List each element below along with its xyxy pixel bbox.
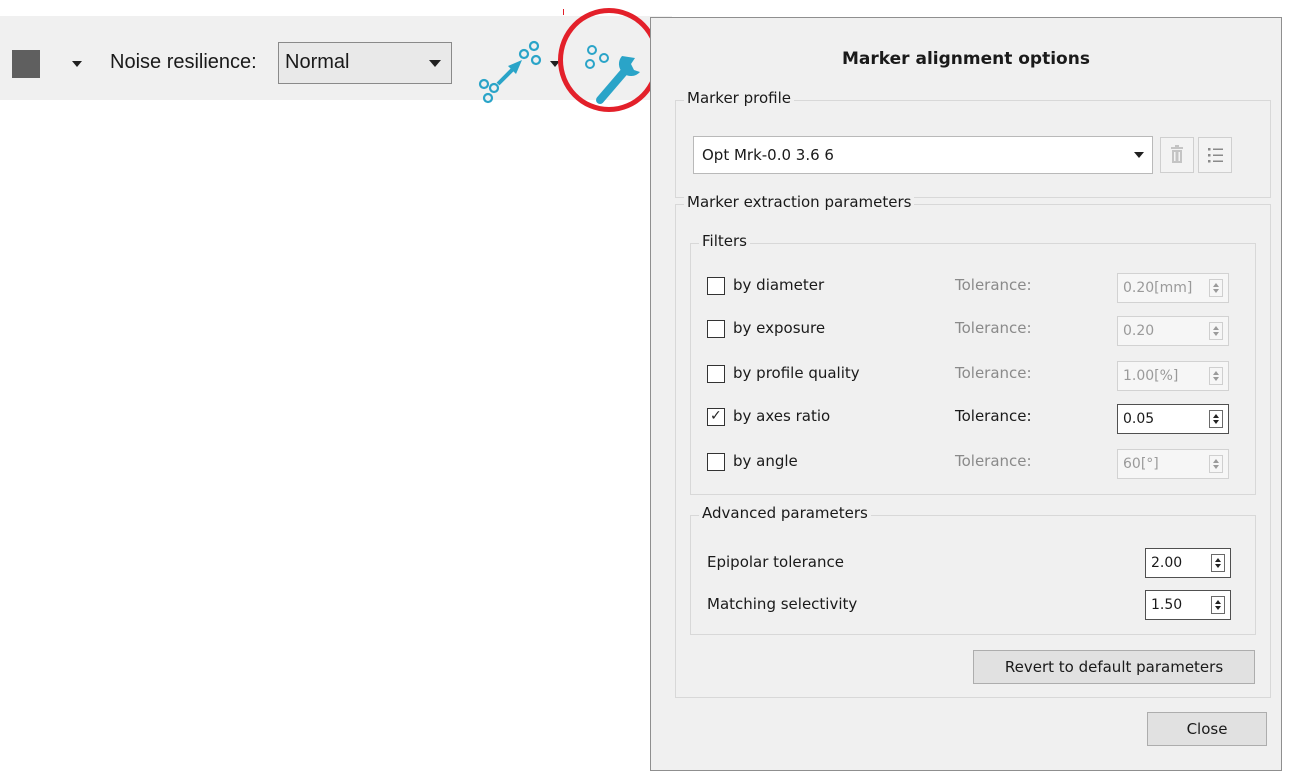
filter-row-angle: by angle Tolerance: 60[°] [707, 449, 1229, 479]
marker-extraction-group: Marker extraction parameters Filters by … [675, 193, 1271, 698]
filter-row-axes-ratio: ✓ by axes ratio Tolerance: 0.05 [707, 404, 1229, 434]
matching-selectivity-value: 1.50 [1151, 597, 1183, 613]
spin-arrows-icon[interactable] [1209, 367, 1223, 385]
annotation-tick [563, 9, 564, 15]
tolerance-spinbox[interactable]: 0.20[mm] [1117, 273, 1229, 303]
chevron-down-icon [1134, 152, 1144, 158]
highlight-circle [558, 8, 660, 112]
filter-label: by angle [733, 452, 798, 470]
filter-label: by profile quality [733, 364, 860, 382]
tolerance-spinbox[interactable]: 1.00[%] [1117, 361, 1229, 391]
spin-arrows-icon[interactable] [1209, 455, 1223, 473]
manage-profiles-button[interactable] [1198, 137, 1232, 173]
noise-resilience-value: Normal [285, 51, 350, 73]
noise-resilience-label: Noise resilience: [110, 51, 257, 73]
tolerance-value: 60[°] [1123, 456, 1159, 472]
tolerance-label: Tolerance: [955, 452, 1032, 470]
checkmark-icon: ✓ [710, 408, 722, 424]
spin-arrows-icon[interactable] [1211, 596, 1225, 614]
matching-selectivity-row: Matching selectivity 1.50 [707, 590, 1231, 620]
noise-resilience-select[interactable]: Normal [278, 42, 452, 84]
tolerance-spinbox[interactable]: 60[°] [1117, 449, 1229, 479]
marker-alignment-icon[interactable] [478, 38, 548, 108]
marker-profile-select[interactable]: Opt Mrk-0.0 3.6 6 [693, 136, 1153, 174]
epipolar-tolerance-spinbox[interactable]: 2.00 [1145, 548, 1231, 578]
filter-angle-checkbox[interactable] [707, 453, 725, 471]
spin-arrows-icon[interactable] [1209, 279, 1223, 297]
spin-arrows-icon[interactable] [1211, 554, 1225, 572]
tolerance-label: Tolerance: [955, 319, 1032, 337]
color-swatch-button[interactable] [12, 50, 40, 78]
spin-arrows-icon[interactable] [1209, 322, 1223, 340]
advanced-parameters-group: Advanced parameters Epipolar tolerance 2… [690, 504, 1256, 635]
filters-group-label: Filters [699, 232, 750, 250]
epipolar-tolerance-value: 2.00 [1151, 555, 1183, 571]
filter-exposure-checkbox[interactable] [707, 320, 725, 338]
spin-arrows-icon[interactable] [1209, 410, 1223, 428]
marker-profile-group-label: Marker profile [684, 89, 794, 107]
chevron-down-icon [429, 60, 441, 67]
marker-profile-group: Marker profile Opt Mrk-0.0 3.6 6 [675, 89, 1271, 198]
close-button[interactable]: Close [1147, 712, 1267, 746]
epipolar-tolerance-row: Epipolar tolerance 2.00 [707, 548, 1231, 578]
tolerance-spinbox[interactable]: 0.05 [1117, 404, 1229, 434]
filter-diameter-checkbox[interactable] [707, 277, 725, 295]
advanced-parameters-group-label: Advanced parameters [699, 504, 871, 522]
filter-axes-ratio-checkbox[interactable]: ✓ [707, 408, 725, 426]
filter-row-profile-quality: by profile quality Tolerance: 1.00[%] [707, 361, 1229, 391]
revert-defaults-button[interactable]: Revert to default parameters [973, 650, 1255, 684]
filters-group: Filters by diameter Tolerance: 0.20[mm] … [690, 232, 1256, 495]
swatch-dropdown-arrow-icon[interactable] [72, 61, 82, 67]
filter-label: by exposure [733, 319, 826, 337]
epipolar-tolerance-label: Epipolar tolerance [707, 553, 844, 571]
matching-selectivity-spinbox[interactable]: 1.50 [1145, 590, 1231, 620]
filter-row-exposure: by exposure Tolerance: 0.20 [707, 316, 1229, 346]
filter-label: by axes ratio [733, 407, 831, 425]
tolerance-value: 0.05 [1123, 411, 1155, 427]
filter-profile-quality-checkbox[interactable] [707, 365, 725, 383]
matching-selectivity-label: Matching selectivity [707, 595, 858, 613]
list-icon [1208, 148, 1223, 163]
marker-extraction-group-label: Marker extraction parameters [684, 193, 915, 211]
tolerance-value: 0.20 [1123, 323, 1155, 339]
marker-profile-value: Opt Mrk-0.0 3.6 6 [702, 146, 834, 164]
tolerance-value: 1.00[%] [1123, 368, 1179, 384]
tolerance-label: Tolerance: [955, 364, 1032, 382]
tolerance-label: Tolerance: [955, 276, 1032, 294]
marker-alignment-options-dialog: Marker alignment options Marker profile … [650, 17, 1282, 771]
tolerance-value: 0.20[mm] [1123, 280, 1193, 296]
tolerance-label: Tolerance: [955, 407, 1032, 425]
delete-profile-button[interactable] [1160, 137, 1194, 173]
dialog-title: Marker alignment options [842, 49, 1090, 69]
filter-label: by diameter [733, 276, 825, 294]
filter-row-diameter: by diameter Tolerance: 0.20[mm] [707, 273, 1229, 303]
tolerance-spinbox[interactable]: 0.20 [1117, 316, 1229, 346]
trash-icon [1171, 145, 1183, 163]
